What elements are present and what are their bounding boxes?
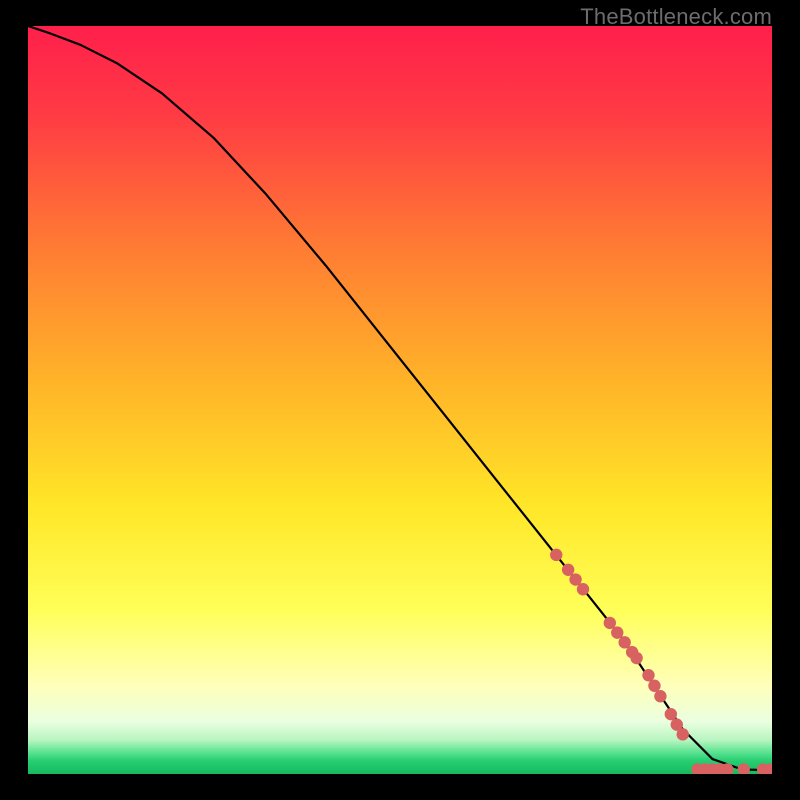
chart-frame	[28, 26, 772, 774]
bottleneck-chart	[28, 26, 772, 774]
gradient-background	[28, 26, 772, 774]
data-point-marker	[618, 636, 630, 648]
data-point-marker	[562, 564, 574, 576]
data-point-marker	[630, 652, 642, 664]
data-point-marker	[654, 690, 666, 702]
data-point-marker	[648, 680, 660, 692]
data-point-marker	[604, 617, 616, 629]
data-point-marker	[569, 573, 581, 585]
data-point-marker	[577, 583, 589, 595]
watermark-text: TheBottleneck.com	[580, 4, 772, 30]
data-point-marker	[677, 728, 689, 740]
data-point-marker	[611, 626, 623, 638]
data-point-marker	[665, 708, 677, 720]
data-point-marker	[550, 549, 562, 561]
data-point-marker	[642, 669, 654, 681]
